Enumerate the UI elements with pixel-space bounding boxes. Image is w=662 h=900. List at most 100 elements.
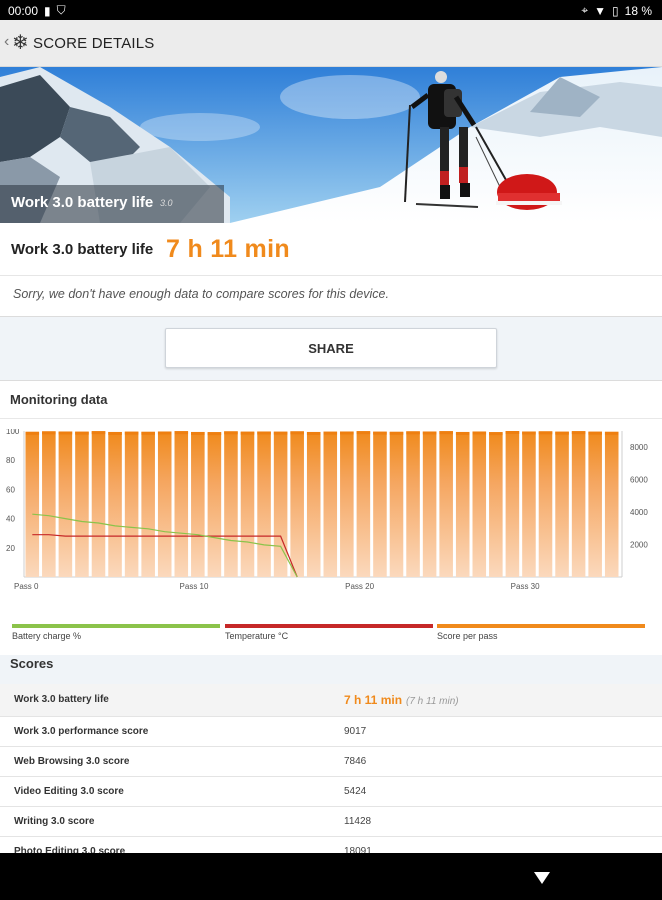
vibrate-icon: ⌖ — [581, 3, 589, 17]
legend-score: Score per pass — [437, 624, 645, 641]
score-label: Web Browsing 3.0 score — [14, 756, 130, 767]
score-bar — [207, 432, 222, 577]
wifi-icon: ▼ — [594, 3, 607, 18]
notice-text: Sorry, we don't have enough data to comp… — [13, 287, 389, 301]
score-bar-cap — [538, 431, 553, 435]
score-bar-cap — [75, 431, 89, 435]
result-label: Work 3.0 battery life — [11, 241, 154, 258]
score-bar — [25, 431, 40, 577]
score-bar-cap — [42, 431, 56, 435]
score-value: 11428 — [344, 816, 372, 827]
score-bar — [224, 431, 238, 577]
score-bar-cap — [555, 431, 569, 435]
score-bar — [604, 431, 619, 577]
score-bar — [505, 431, 520, 577]
result-value: 7 h 11 min — [166, 235, 290, 263]
left-tick-label: 40 — [6, 515, 15, 524]
score-bar-cap — [25, 431, 40, 435]
app-bar: ‹ ❄ SCORE DETAILS — [0, 20, 662, 67]
score-bar — [174, 431, 189, 577]
score-bar — [555, 431, 569, 577]
hero-banner: Work 3.0 battery life 3.0 — [0, 67, 662, 223]
score-bar-cap — [240, 431, 255, 435]
score-bar — [58, 431, 73, 577]
table-row: Work 3.0 battery life 7 h 11 min (7 h 11… — [0, 684, 662, 717]
hero-title: Work 3.0 battery life — [11, 194, 154, 211]
score-bar-cap — [455, 431, 470, 435]
score-value: 9017 — [344, 726, 367, 737]
score-value: 7846 — [344, 756, 367, 767]
legend-battery: Battery charge % — [12, 624, 220, 641]
score-bar — [42, 431, 56, 577]
score-bar-cap — [356, 431, 371, 435]
score-label: Work 3.0 performance score — [14, 726, 149, 737]
score-bar-cap — [290, 431, 304, 435]
score-label: Work 3.0 battery life — [14, 694, 109, 705]
score-bar-cap — [257, 431, 271, 435]
score-bar — [75, 431, 89, 577]
snowflake-icon[interactable]: ❄ — [12, 30, 29, 55]
score-bar-cap — [124, 431, 139, 435]
notification-icon: ▮ — [44, 3, 51, 18]
score-bar — [571, 431, 586, 577]
legend-temperature: Temperature °C — [225, 624, 433, 641]
legend-label: Temperature °C — [225, 631, 289, 641]
legend-swatch — [437, 624, 645, 628]
score-bar-cap — [224, 431, 238, 435]
score-bar-cap — [323, 431, 338, 435]
score-bar — [472, 431, 487, 577]
score-bar — [108, 431, 122, 577]
monitoring-chart: 100 80 60 40 20 8000 6000 4000 2000 Pass 0 Pass 10… — [6, 429, 648, 591]
score-bar — [340, 431, 354, 577]
comparison-notice: Sorry, we don't have enough data to comp… — [0, 275, 662, 317]
score-bar-cap — [472, 431, 487, 435]
score-bar-cap — [108, 431, 122, 435]
table-row: Video Editing 3.0 score 5424 — [0, 777, 662, 807]
score-bar-cap — [306, 431, 321, 435]
score-bar — [290, 431, 304, 577]
battery-icon: ▯ — [612, 3, 619, 18]
score-bar-cap — [439, 431, 453, 435]
score-bar-cap — [571, 431, 586, 435]
share-button[interactable]: SHARE — [165, 328, 497, 368]
left-tick-label: 80 — [6, 456, 15, 465]
legend-swatch — [12, 624, 220, 628]
score-bar — [489, 432, 503, 577]
left-tick-label: 60 — [6, 485, 15, 494]
right-tick-label: 4000 — [630, 508, 648, 517]
hero-version: 3.0 — [160, 198, 173, 208]
score-bar-cap — [207, 432, 222, 436]
score-value: 7 h 11 min — [344, 693, 403, 707]
score-bar-cap — [273, 431, 288, 435]
table-row: Writing 3.0 score 11428 — [0, 807, 662, 837]
score-bar-cap — [340, 431, 354, 435]
score-bar-cap — [191, 431, 205, 435]
left-tick-label: 20 — [6, 544, 15, 553]
result-row: Work 3.0 battery life 7 h 11 min — [0, 223, 662, 275]
table-row: Web Browsing 3.0 score 7846 — [0, 747, 662, 777]
x-tick-label: Pass 0 — [14, 582, 39, 591]
score-bar — [240, 431, 255, 577]
legend-label: Score per pass — [437, 631, 498, 641]
legend-label: Battery charge % — [12, 631, 82, 641]
score-bar — [422, 431, 437, 577]
score-bar-cap — [174, 431, 189, 435]
score-bar-cap — [389, 431, 404, 435]
x-tick-label: Pass 30 — [511, 582, 540, 591]
score-bar — [91, 431, 106, 577]
score-label: Writing 3.0 score — [14, 816, 95, 827]
back-icon[interactable]: ‹ — [4, 33, 9, 51]
score-bar — [356, 431, 371, 577]
score-bar — [588, 431, 602, 577]
monitoring-panel: Monitoring data 100 80 60 40 20 8000 6000 4000 2… — [0, 380, 662, 655]
score-bar — [157, 431, 172, 577]
score-value: 5424 — [344, 786, 367, 797]
page-title: SCORE DETAILS — [33, 35, 155, 52]
score-bar-cap — [505, 431, 520, 434]
status-bar: 00:00 ▮ ⛉ ⌖ ▼ ▯ 18 % — [0, 0, 662, 20]
monitoring-title: Monitoring data — [10, 392, 108, 407]
nav-down-icon[interactable] — [534, 872, 550, 884]
score-bar-cap — [157, 431, 172, 435]
navigation-bar — [0, 853, 662, 900]
left-tick-label: 100 — [6, 429, 20, 436]
